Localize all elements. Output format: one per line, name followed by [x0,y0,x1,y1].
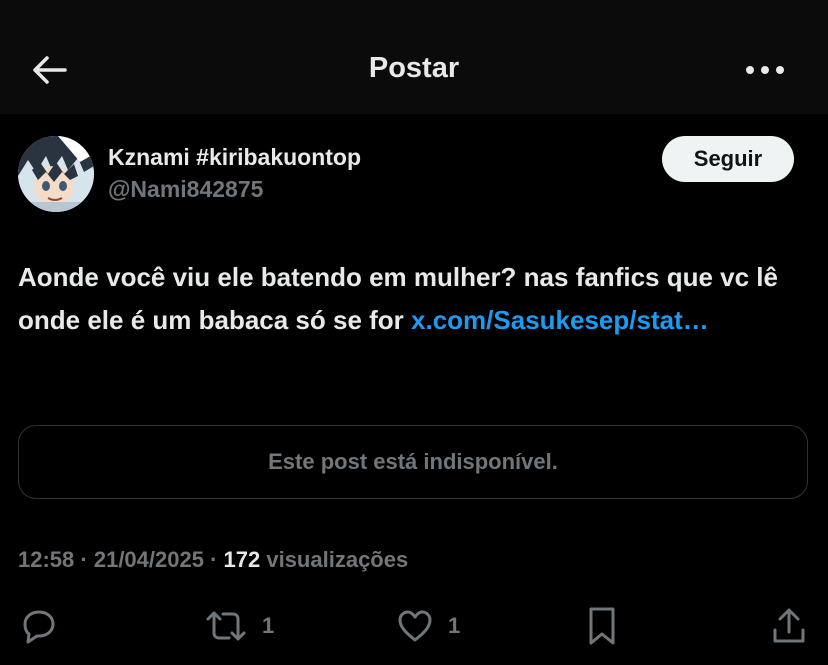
follow-button[interactable]: Seguir [662,136,794,182]
more-horizontal-icon [746,66,784,74]
views-label: visualizações [260,547,409,572]
author-display-name[interactable]: Kznami #kiribakuontop [108,144,361,171]
heart-icon [398,610,432,642]
repost-count: 1 [262,613,275,638]
share-button[interactable] [770,604,808,648]
bookmark-button[interactable] [586,604,618,648]
tweet-text: Aonde você viu ele batendo em mulher? na… [18,256,810,342]
reply-icon [23,610,55,644]
repost-icon [206,611,246,641]
avatar[interactable] [18,136,94,212]
top-bar: Postar [0,0,828,114]
unavailable-message: Este post está indisponível. [268,449,558,474]
like-button[interactable]: 1 [396,604,460,648]
like-count: 1 [448,613,461,638]
repost-button[interactable]: 1 [204,604,274,648]
quoted-post-card: Este post está indisponível. [18,425,808,499]
views-count: 172 [223,547,261,572]
page-title: Postar [368,52,460,84]
author-handle[interactable]: @Nami842875 [108,176,263,203]
meta-separator: · [203,547,224,572]
anime-avatar [18,136,94,212]
tweet-link[interactable]: x.com/​Sasukesep/stat… [411,305,709,335]
post-time[interactable]: 12:58 [18,547,74,572]
share-icon [773,608,805,643]
reply-button[interactable] [20,604,58,648]
bookmark-icon [589,607,615,645]
meta-separator: · [74,547,94,572]
post-date[interactable]: 21/04/2025 [94,547,204,572]
more-options-button[interactable] [740,52,790,88]
post-metadata: 12:58 · 21/04/2025 · 172 visualizações [18,547,408,573]
